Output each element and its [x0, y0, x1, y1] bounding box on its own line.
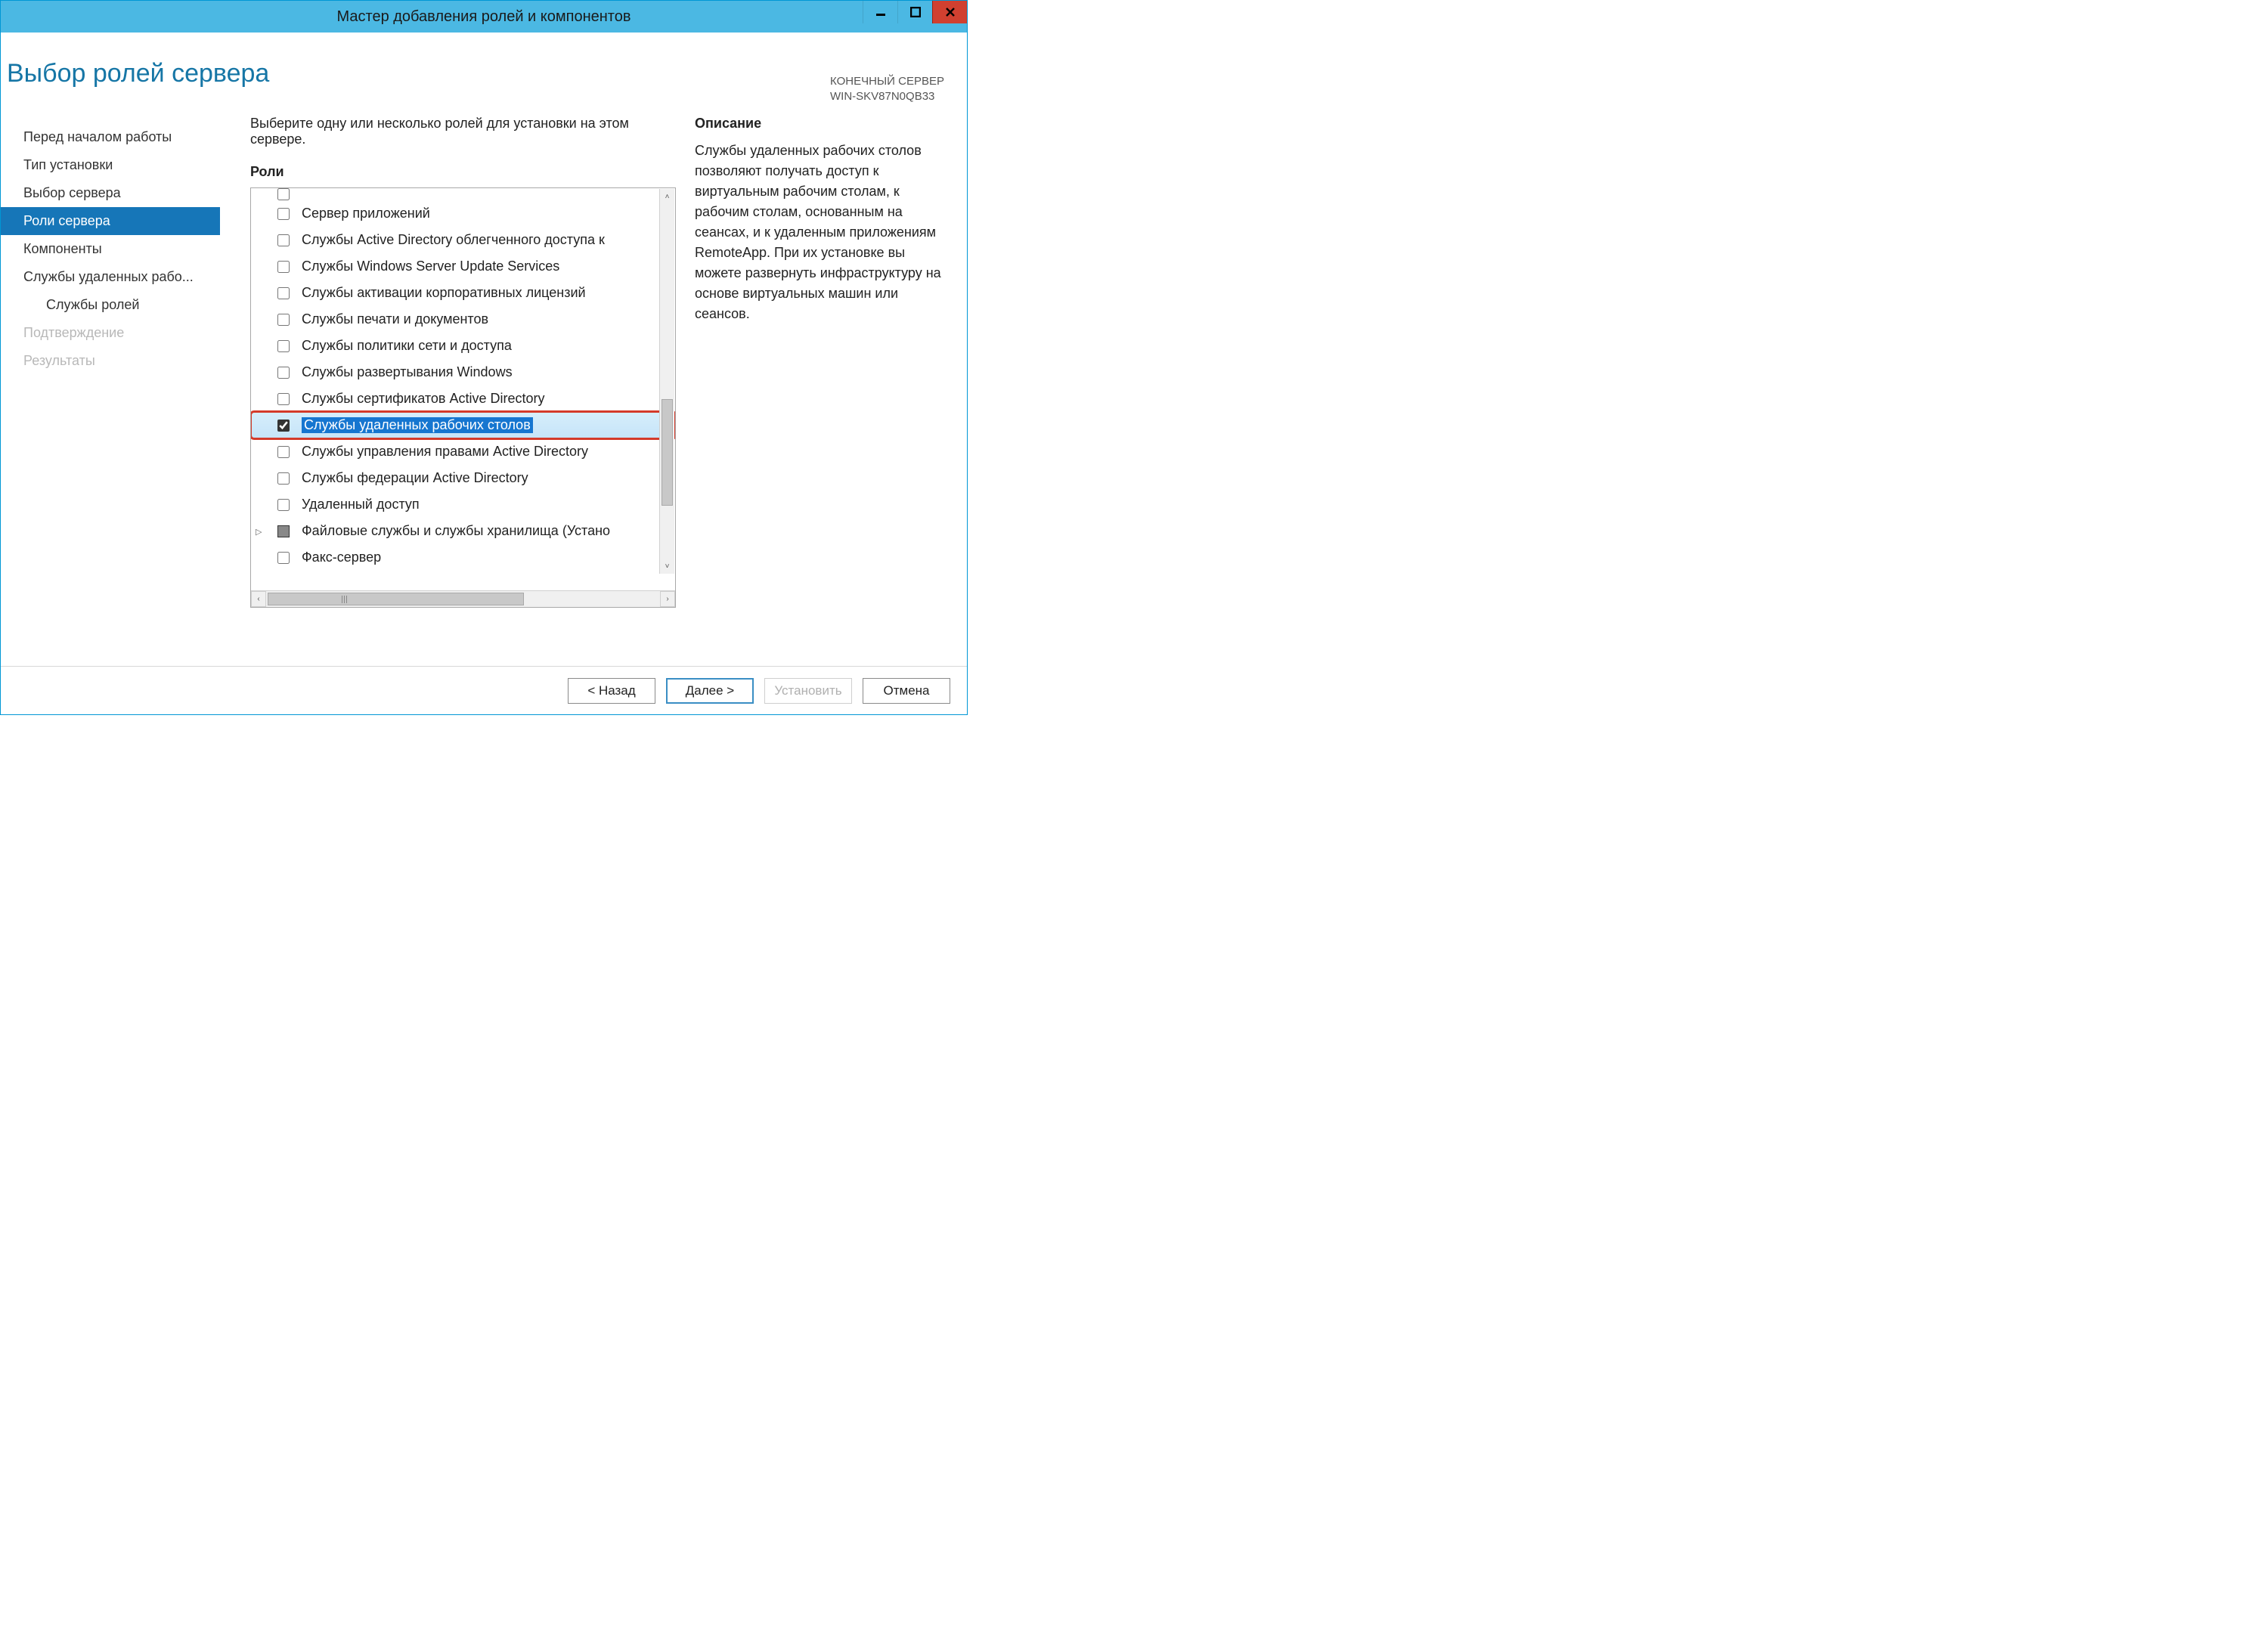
- role-row[interactable]: Службы политики сети и доступа: [251, 333, 675, 359]
- description-text: Службы удаленных рабочих столов позволяю…: [695, 141, 944, 324]
- description-label: Описание: [695, 116, 944, 132]
- role-checkbox-cutoff[interactable]: [277, 188, 290, 200]
- step-features[interactable]: Компоненты: [1, 235, 220, 263]
- scroll-track[interactable]: [660, 204, 674, 559]
- instruction-text: Выберите одну или несколько ролей для ус…: [250, 116, 676, 147]
- install-button: Установить: [764, 678, 852, 704]
- role-row[interactable]: Службы федерации Active Directory: [251, 465, 675, 491]
- role-checkbox[interactable]: [277, 499, 290, 511]
- role-row[interactable]: Службы Active Directory облегченного дос…: [251, 227, 675, 253]
- roles-listbox: Сервер приложений Службы Active Director…: [250, 187, 676, 608]
- role-row[interactable]: ▷ Файловые службы и службы хранилища (Ус…: [251, 518, 675, 544]
- target-label-line1: КОНЕЧНЫЙ СЕРВЕР: [830, 74, 944, 89]
- role-checkbox[interactable]: [277, 208, 290, 220]
- step-installation-type[interactable]: Тип установки: [1, 151, 220, 179]
- target-server-label: КОНЕЧНЫЙ СЕРВЕР WIN-SKV87N0QB33: [830, 74, 944, 104]
- description-panel: Описание Службы удаленных рабочих столов…: [687, 116, 967, 643]
- step-confirmation: Подтверждение: [1, 319, 220, 347]
- scroll-up-icon[interactable]: ˄: [660, 189, 674, 204]
- role-label: Службы удаленных рабочих столов: [302, 417, 533, 433]
- role-checkbox[interactable]: [277, 367, 290, 379]
- role-row[interactable]: Службы активации корпоративных лицензий: [251, 280, 675, 306]
- maximize-button[interactable]: [897, 1, 932, 23]
- roles-scroll-viewport: Сервер приложений Службы Active Director…: [251, 188, 675, 590]
- main-row: Перед началом работы Тип установки Выбор…: [1, 116, 967, 643]
- role-row[interactable]: Службы печати и документов: [251, 306, 675, 333]
- back-button[interactable]: < Назад: [568, 678, 655, 704]
- scroll-track[interactable]: [266, 591, 660, 607]
- role-row[interactable]: Факс-сервер: [251, 544, 675, 571]
- role-label: Факс-сервер: [302, 550, 381, 565]
- role-label: Службы Windows Server Update Services: [302, 259, 559, 274]
- role-checkbox[interactable]: [277, 420, 290, 432]
- role-checkbox[interactable]: [277, 552, 290, 564]
- role-checkbox[interactable]: [277, 314, 290, 326]
- role-label: Файловые службы и службы хранилища (Уста…: [302, 523, 610, 539]
- scroll-left-icon[interactable]: ‹: [251, 591, 266, 607]
- window-controls: [863, 1, 967, 33]
- role-label: Удаленный доступ: [302, 497, 420, 512]
- close-button[interactable]: [932, 1, 967, 23]
- role-row[interactable]: Службы развертывания Windows: [251, 359, 675, 386]
- minimize-button[interactable]: [863, 1, 897, 23]
- role-label: Сервер приложений: [302, 206, 430, 221]
- roles-list: Сервер приложений Службы Active Director…: [251, 188, 675, 571]
- role-row[interactable]: Сервер приложений: [251, 200, 675, 227]
- step-role-services[interactable]: Службы ролей: [1, 291, 220, 319]
- next-button[interactable]: Далее >: [666, 678, 754, 704]
- roles-section-label: Роли: [250, 164, 676, 180]
- scroll-down-icon[interactable]: ˅: [660, 559, 674, 574]
- expand-icon[interactable]: ▷: [256, 527, 265, 536]
- role-row-cutoff[interactable]: [251, 188, 675, 200]
- role-label: Службы активации корпоративных лицензий: [302, 285, 586, 301]
- window-title: Мастер добавления ролей и компонентов: [337, 8, 631, 26]
- vertical-scrollbar[interactable]: ˄ ˅: [659, 189, 674, 574]
- role-label: Службы управления правами Active Directo…: [302, 444, 588, 460]
- page-title: Выбор ролей сервера: [1, 51, 967, 88]
- role-checkbox[interactable]: [277, 287, 290, 299]
- role-label: Службы Active Directory облегченного дос…: [302, 232, 605, 248]
- role-row[interactable]: Службы сертификатов Active Directory: [251, 386, 675, 412]
- step-rds[interactable]: Службы удаленных рабо...: [1, 263, 220, 291]
- role-label: Службы развертывания Windows: [302, 364, 513, 380]
- step-server-roles[interactable]: Роли сервера: [1, 207, 220, 235]
- target-label-line2: WIN-SKV87N0QB33: [830, 89, 944, 104]
- titlebar: Мастер добавления ролей и компонентов: [1, 1, 967, 33]
- role-checkbox-indeterminate[interactable]: [277, 525, 290, 537]
- role-checkbox[interactable]: [277, 234, 290, 246]
- role-checkbox[interactable]: [277, 472, 290, 485]
- role-row[interactable]: Удаленный доступ: [251, 491, 675, 518]
- step-server-selection[interactable]: Выбор сервера: [1, 179, 220, 207]
- wizard-footer: < Назад Далее > Установить Отмена: [1, 666, 967, 714]
- scroll-right-icon[interactable]: ›: [660, 591, 675, 607]
- role-label: Службы политики сети и доступа: [302, 338, 512, 354]
- role-label: Службы федерации Active Directory: [302, 470, 528, 486]
- role-label: Службы сертификатов Active Directory: [302, 391, 545, 407]
- scroll-thumb[interactable]: [268, 593, 524, 605]
- horizontal-scrollbar[interactable]: ‹ ›: [251, 590, 675, 607]
- role-row[interactable]: Службы Windows Server Update Services: [251, 253, 675, 280]
- step-before-you-begin[interactable]: Перед началом работы: [1, 123, 220, 151]
- role-row[interactable]: Службы управления правами Active Directo…: [251, 438, 675, 465]
- center-panel: Выберите одну или несколько ролей для ус…: [220, 116, 687, 643]
- step-results: Результаты: [1, 347, 220, 375]
- scroll-thumb[interactable]: [662, 399, 673, 506]
- role-checkbox[interactable]: [277, 393, 290, 405]
- content-area: Выбор ролей сервера КОНЕЧНЫЙ СЕРВЕР WIN-…: [1, 33, 967, 666]
- role-checkbox[interactable]: [277, 340, 290, 352]
- role-label: Службы печати и документов: [302, 311, 488, 327]
- role-checkbox[interactable]: [277, 446, 290, 458]
- role-checkbox[interactable]: [277, 261, 290, 273]
- wizard-steps-sidebar: Перед началом работы Тип установки Выбор…: [1, 116, 220, 643]
- role-row-rds[interactable]: Службы удаленных рабочих столов: [251, 412, 675, 438]
- cancel-button[interactable]: Отмена: [863, 678, 950, 704]
